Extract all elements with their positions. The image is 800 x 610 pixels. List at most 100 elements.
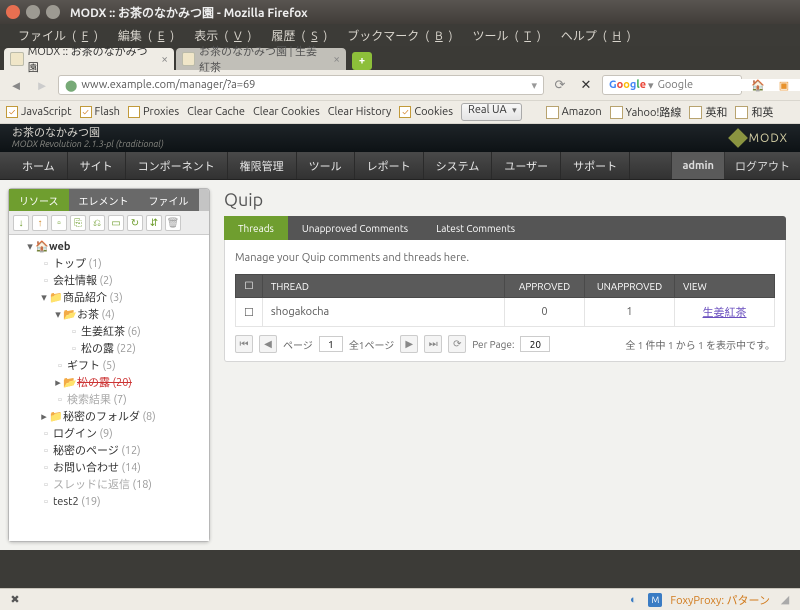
expand-all-icon[interactable]: ↓: [13, 215, 29, 231]
new-static-icon[interactable]: ▭: [108, 215, 124, 231]
pager-page-input[interactable]: [319, 336, 343, 352]
forward-button[interactable]: ►: [32, 76, 52, 94]
row-checkbox[interactable]: ☐: [236, 298, 263, 327]
close-icon[interactable]: [6, 5, 20, 19]
perpage-input[interactable]: [520, 336, 550, 352]
tree-item[interactable]: ▫秘密のページ (12): [39, 443, 207, 460]
bookmark-eiwa[interactable]: 英和: [689, 104, 727, 120]
tree-item[interactable]: ▫ログイン (9): [39, 426, 207, 443]
pager-last-icon[interactable]: ⏭: [424, 335, 442, 353]
maximize-icon[interactable]: [46, 5, 60, 19]
sync-icon[interactable]: ◐: [626, 593, 640, 607]
col-approved[interactable]: APPROVED: [505, 275, 585, 298]
tree-item[interactable]: ▸📁秘密のフォルダ (8): [39, 409, 207, 426]
threads-table: ☐ THREAD APPROVED UNAPPROVED VIEW ☐ shog…: [235, 274, 775, 327]
tab-files[interactable]: ファイル: [139, 189, 199, 211]
tree-item[interactable]: ▫お問い合わせ (14): [39, 460, 207, 477]
bookmark-waei[interactable]: 和英: [735, 104, 773, 120]
reload-button[interactable]: ⟳: [550, 76, 570, 94]
tree-item[interactable]: ▾📂お茶 (4) ▫生姜紅茶 (6) ▫松の露 (22): [53, 307, 207, 358]
tab-threads[interactable]: Threads: [224, 216, 288, 240]
tree-item[interactable]: ▫生姜紅茶 (6): [67, 324, 207, 341]
tree-item[interactable]: ▫検索結果 (7): [53, 392, 207, 409]
col-view[interactable]: VIEW: [675, 275, 775, 298]
resize-grip-icon[interactable]: ◢: [778, 593, 792, 607]
nav-users[interactable]: ユーザー: [492, 152, 561, 179]
menu-tools[interactable]: ツール(T): [460, 25, 546, 46]
new-symlink-icon[interactable]: ⎌: [89, 215, 105, 231]
browser-tab-active[interactable]: MODX :: お茶のなかみつ園 ×: [4, 48, 174, 70]
new-resource-icon[interactable]: ▫: [51, 215, 67, 231]
tree-item[interactable]: ▫会社情報 (2): [39, 273, 207, 290]
browser-tab-inactive[interactable]: お茶のなかみつ園 | 生姜紅茶 ×: [176, 48, 346, 70]
close-tab-icon[interactable]: ×: [333, 53, 340, 66]
address-bar[interactable]: ⬤ ▾: [58, 75, 544, 95]
col-checkbox[interactable]: ☐: [236, 275, 263, 298]
clear-cookies-button[interactable]: Clear Cookies: [253, 106, 320, 118]
toggle-javascript[interactable]: JavaScript: [6, 106, 72, 118]
bookmark-yahoo[interactable]: Yahoo!路線: [610, 104, 682, 120]
foxyproxy-status[interactable]: FoxyProxy: パターン: [670, 592, 770, 608]
tree-item[interactable]: ▫スレッドに返信 (18): [39, 477, 207, 494]
col-unapproved[interactable]: UNAPPROVED: [585, 275, 675, 298]
refresh-tree-icon[interactable]: ↻: [127, 215, 143, 231]
tree-item[interactable]: ▾📁商品紹介 (3) ▾📂お茶 (4) ▫生姜紅茶 (6) ▫松の露 (22) …: [39, 290, 207, 409]
col-thread[interactable]: THREAD: [262, 275, 504, 298]
clear-cache-button[interactable]: Clear Cache: [187, 106, 245, 118]
toggle-flash[interactable]: Flash: [80, 106, 120, 118]
trash-icon[interactable]: 🗑: [165, 215, 181, 231]
dropdown-icon[interactable]: ▾: [531, 79, 537, 92]
script-icon[interactable]: M: [648, 593, 662, 607]
feed-icon[interactable]: ▣: [774, 76, 794, 94]
tree-context-web[interactable]: ▾🏠web ▫トップ (1) ▫会社情報 (2) ▾📁商品紹介 (3) ▾📂お茶…: [25, 239, 207, 511]
nav-system[interactable]: システム: [424, 152, 493, 179]
site-identity-icon[interactable]: ⬤: [65, 79, 77, 92]
menu-bookmarks[interactable]: ブックマーク(B): [335, 25, 458, 46]
tab-resources[interactable]: リソース: [9, 189, 69, 211]
clear-history-button[interactable]: Clear History: [328, 106, 392, 118]
pager-refresh-icon[interactable]: ⟳: [448, 335, 466, 353]
stop-button[interactable]: ✕: [576, 76, 596, 94]
nav-home[interactable]: ホーム: [10, 152, 68, 179]
tree-item[interactable]: ▸📂松の露 (20): [53, 375, 207, 392]
new-weblink-icon[interactable]: ⎘: [70, 215, 86, 231]
addon-icon[interactable]: ✖: [8, 593, 22, 607]
sort-tree-icon[interactable]: ⇵: [146, 215, 162, 231]
tree-item[interactable]: ▫トップ (1): [39, 256, 207, 273]
search-bar[interactable]: Google▾ 🔍: [602, 75, 742, 95]
nav-components[interactable]: コンポーネント: [126, 152, 228, 179]
minimize-icon[interactable]: [26, 5, 40, 19]
new-tab-button[interactable]: +: [352, 52, 372, 70]
nav-logout[interactable]: ログアウト: [725, 152, 800, 179]
pager-prev-icon[interactable]: ◀: [259, 335, 277, 353]
close-tab-icon[interactable]: ×: [161, 53, 168, 66]
tree-item[interactable]: ▫松の露 (22): [67, 341, 207, 358]
nav-support[interactable]: サポート: [561, 152, 630, 179]
table-row[interactable]: ☐ shogakocha 0 1 生姜紅茶: [236, 298, 775, 327]
nav-site[interactable]: サイト: [68, 152, 126, 179]
menu-help[interactable]: ヘルプ(H): [549, 25, 637, 46]
pager-next-icon[interactable]: ▶: [400, 335, 418, 353]
pager-first-icon[interactable]: ⏮: [235, 335, 253, 353]
back-button[interactable]: ◄: [6, 76, 26, 94]
nav-security[interactable]: 権限管理: [228, 152, 297, 179]
home-button[interactable]: 🏠: [748, 76, 768, 94]
tab-latest[interactable]: Latest Comments: [422, 216, 529, 240]
toggle-proxies[interactable]: Proxies: [128, 106, 179, 118]
tab-elements[interactable]: エレメント: [69, 189, 139, 211]
page-title: Quip: [224, 190, 786, 210]
nav-reports[interactable]: レポート: [355, 152, 424, 179]
nav-tools[interactable]: ツール: [297, 152, 355, 179]
view-link[interactable]: 生姜紅茶: [703, 307, 747, 319]
useragent-select[interactable]: Real UA: [461, 103, 522, 121]
collapse-all-icon[interactable]: ↑: [32, 215, 48, 231]
resource-tree[interactable]: ▾🏠web ▫トップ (1) ▫会社情報 (2) ▾📁商品紹介 (3) ▾📂お茶…: [9, 235, 209, 541]
nav-user[interactable]: admin: [671, 152, 725, 179]
tab-unapproved[interactable]: Unapproved Comments: [288, 216, 422, 240]
tree-item[interactable]: ▫ギフト (5): [53, 358, 207, 375]
toggle-cookies[interactable]: Cookies: [399, 106, 453, 118]
tree-item[interactable]: ▫test2 (19): [39, 494, 207, 511]
url-input[interactable]: [81, 79, 531, 91]
window-titlebar: MODX :: お茶のなかみつ園 - Mozilla Firefox: [0, 0, 800, 24]
bookmark-amazon[interactable]: Amazon: [546, 106, 602, 119]
